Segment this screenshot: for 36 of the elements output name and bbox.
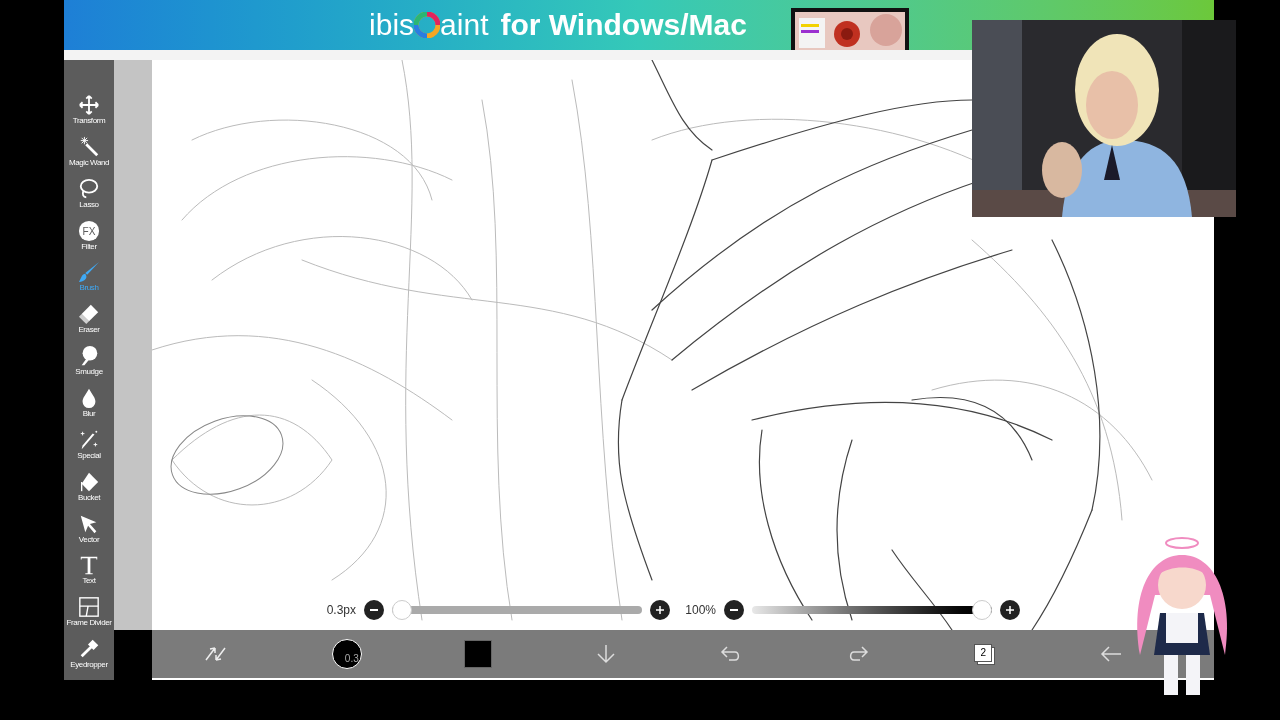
opacity-slider[interactable] <box>752 600 992 620</box>
tool-button[interactable]: Text <box>64 554 114 597</box>
fx-circle-icon: FX <box>78 219 100 242</box>
brush-icon <box>78 261 100 284</box>
logo-text: ibis <box>369 10 415 40</box>
tool-button[interactable]: Smudge <box>64 345 114 387</box>
tool-button[interactable]: Blur <box>64 387 114 429</box>
opacity-reading: 100% <box>684 602 716 619</box>
tool-button[interactable]: Bucket <box>64 470 114 513</box>
color-swatch[interactable] <box>464 640 493 668</box>
sparkle-pen-icon <box>78 428 100 451</box>
logo-text: aint <box>440 10 489 40</box>
tool-button[interactable]: FX Filter <box>64 219 114 262</box>
brush-size-slider[interactable] <box>392 600 642 620</box>
banner-tagline: for Windows/Mac <box>500 10 747 40</box>
plus-icon <box>1006 606 1014 614</box>
plus-icon <box>656 606 664 614</box>
tool-button[interactable]: Special <box>64 428 114 471</box>
back-arrow-icon[interactable] <box>1098 644 1123 664</box>
move-arrows-icon <box>78 94 100 116</box>
letter-t-icon <box>78 554 100 577</box>
tool-button[interactable]: Magic Wand <box>64 135 114 178</box>
magic-wand-icon <box>78 135 100 158</box>
tool-button[interactable]: Eraser <box>64 303 114 346</box>
eraser-icon <box>78 303 100 326</box>
brush-preview-button[interactable]: 0.3 <box>331 639 362 669</box>
tool-button[interactable]: Eyedropper <box>64 638 114 681</box>
color-wheel-icon <box>414 12 441 38</box>
brush-size-reading: 0.3px <box>325 602 356 619</box>
tool-button[interactable]: Transform <box>64 94 114 136</box>
lasso-icon <box>78 177 100 200</box>
down-arrow-icon[interactable] <box>594 643 617 665</box>
tool-button[interactable]: Vector <box>64 512 114 555</box>
tool-button[interactable]: Lasso <box>64 177 114 220</box>
tool-button[interactable]: Frame Divider <box>64 596 114 639</box>
bucket-icon <box>78 470 100 493</box>
